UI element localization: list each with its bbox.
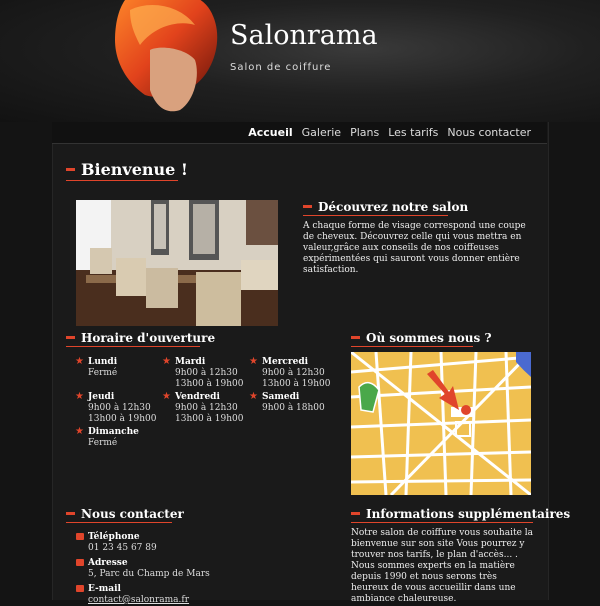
contact-email: E-mail contact@salonrama.fr [76, 584, 189, 606]
contact-phone: Téléphone 01 23 45 67 89 [76, 532, 157, 554]
section-dash-icon [351, 511, 360, 515]
section-dash-icon [66, 511, 75, 515]
location-map[interactable] [351, 352, 531, 495]
hours-underline [66, 346, 200, 347]
discover-title: Découvrez notre salon [303, 200, 468, 214]
section-dash-icon [303, 204, 312, 208]
hours-day: ★ Mardi 9h00 à 12h30 13h00 à 19h00 [162, 356, 244, 390]
info-text: Notre salon de coiffure vous souhaite la… [351, 528, 534, 604]
site-subtitle: Salon de coiffure [230, 62, 332, 73]
info-title: Informations supplémentaires [351, 507, 570, 521]
star-icon: ★ [75, 356, 84, 367]
welcome-title: Bienvenue ! [66, 160, 188, 179]
nav-galerie[interactable]: Galerie [302, 122, 341, 143]
mail-icon [76, 585, 84, 592]
section-dash-icon [66, 335, 75, 339]
location-underline [351, 346, 473, 347]
contact-title: Nous contacter [66, 507, 184, 521]
email-link[interactable]: contact@salonrama.fr [88, 595, 189, 605]
hours-day: ★ Vendredi 9h00 à 12h30 13h00 à 19h00 [162, 391, 244, 425]
nav-plans[interactable]: Plans [350, 122, 379, 143]
star-icon: ★ [162, 391, 171, 402]
star-icon: ★ [162, 356, 171, 367]
site-title: Salonrama [230, 20, 378, 51]
discover-underline [303, 215, 448, 216]
main-nav: Accueil Galerie Plans Les tarifs Nous co… [52, 122, 547, 144]
contact-underline [66, 522, 172, 523]
contact-address: Adresse 5, Parc du Champ de Mars [76, 558, 210, 580]
location-title: Où sommes nous ? [351, 331, 492, 345]
hours-day: ★ Samedi 9h00 à 18h00 [249, 391, 325, 414]
hours-day: ★ Lundi Fermé [75, 356, 118, 379]
home-icon [76, 559, 84, 566]
star-icon: ★ [249, 391, 258, 402]
salon-photo [76, 200, 278, 326]
hours-title: Horaire d'ouverture [66, 331, 215, 345]
hours-day: ★ Dimanche Fermé [75, 426, 139, 449]
nav-contact[interactable]: Nous contacter [447, 122, 531, 143]
star-icon: ★ [75, 426, 84, 437]
site-header: Salonrama Salon de coiffure [0, 0, 600, 122]
section-dash-icon [66, 167, 75, 171]
welcome-underline [66, 180, 178, 181]
info-underline [351, 522, 533, 523]
star-icon: ★ [75, 391, 84, 402]
hours-day: ★ Mercredi 9h00 à 12h30 13h00 à 19h00 [249, 356, 331, 390]
hours-day: ★ Jeudi 9h00 à 12h30 13h00 à 19h00 [75, 391, 157, 425]
hair-model-image [115, 0, 218, 112]
nav-tarifs[interactable]: Les tarifs [388, 122, 438, 143]
star-icon: ★ [249, 356, 258, 367]
phone-icon [76, 533, 84, 540]
nav-accueil[interactable]: Accueil [248, 122, 292, 143]
discover-text: A chaque forme de visage correspond une … [303, 221, 526, 275]
section-dash-icon [351, 335, 360, 339]
